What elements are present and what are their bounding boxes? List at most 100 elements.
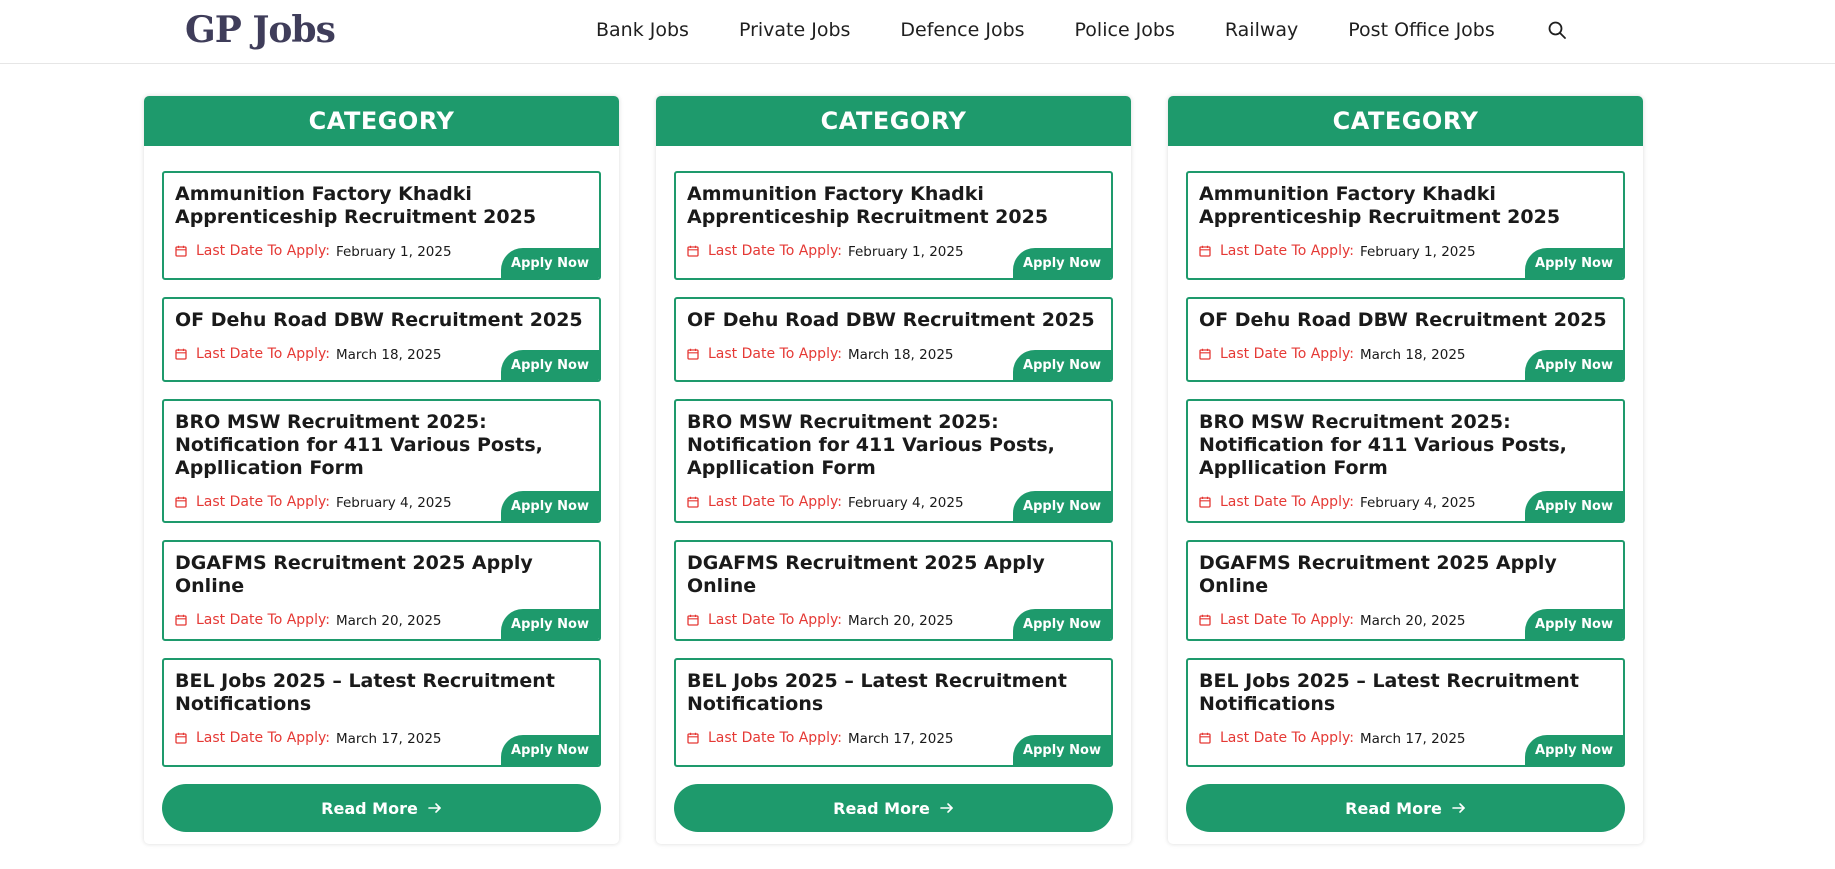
job-title[interactable]: OF Dehu Road DBW Recruitment 2025 [175, 309, 589, 332]
apply-now-button[interactable]: Apply Now [501, 248, 599, 278]
main-nav: Bank Jobs Private Jobs Defence Jobs Poli… [596, 0, 1569, 60]
calendar-icon [1199, 732, 1211, 744]
last-date-label: Last Date To Apply: [1220, 345, 1354, 362]
apply-now-button[interactable]: Apply Now [1525, 609, 1623, 639]
apply-now-button[interactable]: Apply Now [1525, 248, 1623, 278]
nav-defence-jobs[interactable]: Defence Jobs [900, 19, 1024, 41]
job-card: Ammunition Factory Khadki Apprenticeship… [1186, 171, 1625, 280]
apply-now-button[interactable]: Apply Now [1525, 735, 1623, 765]
calendar-icon [687, 348, 699, 360]
calendar-icon [1199, 496, 1211, 508]
read-more-button[interactable]: Read More [162, 784, 601, 832]
last-date-value: February 4, 2025 [1359, 495, 1476, 511]
job-card: DGAFMS Recruitment 2025 Apply Online Las… [674, 540, 1113, 641]
apply-now-button[interactable]: Apply Now [1013, 248, 1111, 278]
last-date-label: Last Date To Apply: [1220, 729, 1354, 746]
job-title[interactable]: BEL Jobs 2025 – Latest Recruitment Notif… [1199, 670, 1613, 716]
category-heading: CATEGORY [656, 96, 1131, 146]
last-date-label: Last Date To Apply: [708, 493, 842, 510]
job-card-list: Ammunition Factory Khadki Apprenticeship… [144, 146, 619, 767]
read-more-label: Read More [833, 798, 930, 818]
apply-now-button[interactable]: Apply Now [1013, 350, 1111, 380]
job-title[interactable]: BEL Jobs 2025 – Latest Recruitment Notif… [687, 670, 1101, 716]
last-date-value: March 18, 2025 [1359, 347, 1466, 363]
calendar-icon [1199, 245, 1211, 257]
calendar-icon [175, 348, 187, 360]
apply-now-button[interactable]: Apply Now [501, 735, 599, 765]
apply-now-button[interactable]: Apply Now [501, 350, 599, 380]
calendar-icon [175, 245, 187, 257]
job-title[interactable]: Ammunition Factory Khadki Apprenticeship… [1199, 183, 1613, 229]
last-date-value: March 17, 2025 [335, 731, 442, 747]
nav-police-jobs[interactable]: Police Jobs [1075, 19, 1175, 41]
nav-private-jobs[interactable]: Private Jobs [739, 19, 850, 41]
apply-now-button[interactable]: Apply Now [501, 491, 599, 521]
nav-railway[interactable]: Railway [1225, 19, 1298, 41]
calendar-icon [687, 732, 699, 744]
job-card-list: Ammunition Factory Khadki Apprenticeship… [1168, 146, 1643, 767]
category-heading: CATEGORY [144, 96, 619, 146]
job-card: OF Dehu Road DBW Recruitment 2025 Last D… [674, 297, 1113, 382]
category-column: CATEGORY Ammunition Factory Khadki Appre… [144, 96, 619, 844]
last-date-label: Last Date To Apply: [196, 611, 330, 628]
last-date-label: Last Date To Apply: [708, 611, 842, 628]
nav-post-office-jobs[interactable]: Post Office Jobs [1348, 19, 1494, 41]
nav-bank-jobs[interactable]: Bank Jobs [596, 19, 689, 41]
apply-now-button[interactable]: Apply Now [1013, 491, 1111, 521]
apply-now-button[interactable]: Apply Now [1525, 350, 1623, 380]
apply-now-button[interactable]: Apply Now [1013, 609, 1111, 639]
job-title[interactable]: BRO MSW Recruitment 2025: Notification f… [175, 411, 589, 480]
last-date-label: Last Date To Apply: [1220, 611, 1354, 628]
calendar-icon [687, 496, 699, 508]
last-date-label: Last Date To Apply: [1220, 493, 1354, 510]
last-date-value: March 20, 2025 [1359, 613, 1466, 629]
job-title[interactable]: OF Dehu Road DBW Recruitment 2025 [1199, 309, 1613, 332]
last-date-value: February 1, 2025 [1359, 244, 1476, 260]
category-heading: CATEGORY [1168, 96, 1643, 146]
job-card: BEL Jobs 2025 – Latest Recruitment Notif… [162, 658, 601, 767]
job-card: BRO MSW Recruitment 2025: Notification f… [162, 399, 601, 523]
job-card: OF Dehu Road DBW Recruitment 2025 Last D… [1186, 297, 1625, 382]
last-date-label: Last Date To Apply: [1220, 242, 1354, 259]
last-date-label: Last Date To Apply: [708, 345, 842, 362]
read-more-button[interactable]: Read More [674, 784, 1113, 832]
job-title[interactable]: Ammunition Factory Khadki Apprenticeship… [687, 183, 1101, 229]
last-date-label: Last Date To Apply: [196, 729, 330, 746]
job-card-list: Ammunition Factory Khadki Apprenticeship… [656, 146, 1131, 767]
apply-now-button[interactable]: Apply Now [1013, 735, 1111, 765]
job-card: BEL Jobs 2025 – Latest Recruitment Notif… [1186, 658, 1625, 767]
last-date-value: March 20, 2025 [335, 613, 442, 629]
job-card: BEL Jobs 2025 – Latest Recruitment Notif… [674, 658, 1113, 767]
last-date-value: March 20, 2025 [847, 613, 954, 629]
calendar-icon [687, 245, 699, 257]
read-more-button[interactable]: Read More [1186, 784, 1625, 832]
apply-now-button[interactable]: Apply Now [1525, 491, 1623, 521]
job-title[interactable]: BRO MSW Recruitment 2025: Notification f… [687, 411, 1101, 480]
last-date-value: February 4, 2025 [335, 495, 452, 511]
last-date-label: Last Date To Apply: [708, 729, 842, 746]
last-date-label: Last Date To Apply: [196, 242, 330, 259]
last-date-label: Last Date To Apply: [196, 345, 330, 362]
job-card: BRO MSW Recruitment 2025: Notification f… [1186, 399, 1625, 523]
job-title[interactable]: BEL Jobs 2025 – Latest Recruitment Notif… [175, 670, 589, 716]
calendar-icon [175, 614, 187, 626]
site-logo[interactable]: GP Jobs [185, 8, 336, 52]
job-title[interactable]: DGAFMS Recruitment 2025 Apply Online [175, 552, 589, 598]
last-date-label: Last Date To Apply: [708, 242, 842, 259]
job-title[interactable]: BRO MSW Recruitment 2025: Notification f… [1199, 411, 1613, 480]
last-date-value: February 1, 2025 [335, 244, 452, 260]
last-date-value: February 1, 2025 [847, 244, 964, 260]
job-title[interactable]: DGAFMS Recruitment 2025 Apply Online [687, 552, 1101, 598]
apply-now-button[interactable]: Apply Now [501, 609, 599, 639]
job-title[interactable]: DGAFMS Recruitment 2025 Apply Online [1199, 552, 1613, 598]
last-date-label: Last Date To Apply: [196, 493, 330, 510]
job-title[interactable]: Ammunition Factory Khadki Apprenticeship… [175, 183, 589, 229]
calendar-icon [175, 732, 187, 744]
last-date-value: February 4, 2025 [847, 495, 964, 511]
calendar-icon [175, 496, 187, 508]
job-card: DGAFMS Recruitment 2025 Apply Online Las… [1186, 540, 1625, 641]
last-date-value: March 17, 2025 [1359, 731, 1466, 747]
job-title[interactable]: OF Dehu Road DBW Recruitment 2025 [687, 309, 1101, 332]
job-card: OF Dehu Road DBW Recruitment 2025 Last D… [162, 297, 601, 382]
search-icon[interactable] [1545, 18, 1569, 42]
